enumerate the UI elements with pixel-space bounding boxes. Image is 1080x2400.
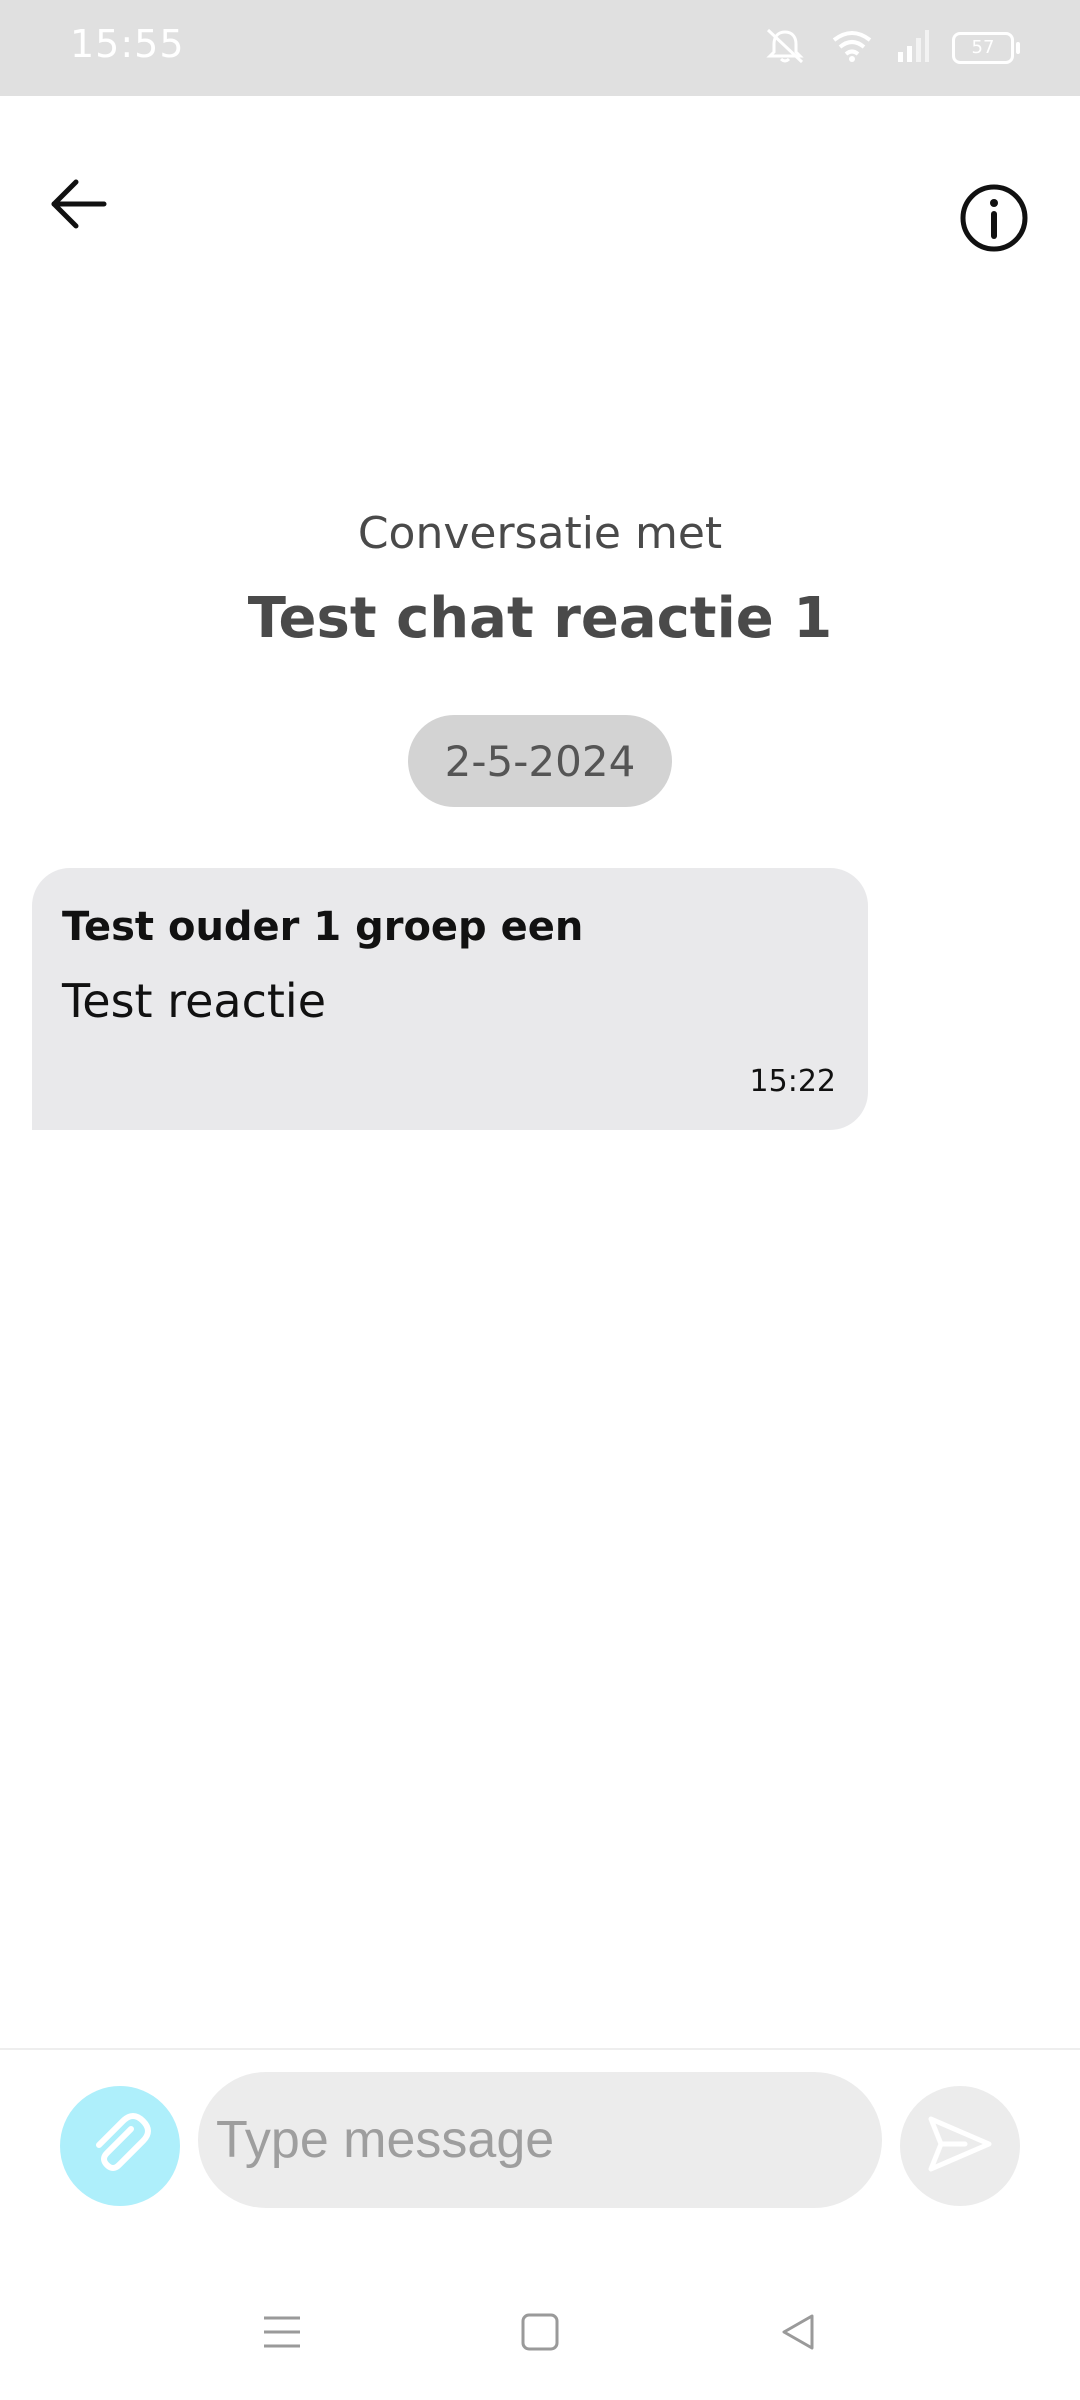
back-triangle-icon [778, 2312, 818, 2356]
send-button[interactable] [900, 2086, 1020, 2206]
message-sender: Test ouder 1 groep een [62, 904, 584, 950]
menu-icon [262, 2312, 302, 2356]
wifi-icon [830, 28, 874, 68]
message-time: 15:22 [749, 1064, 836, 1099]
home-icon [520, 2312, 560, 2356]
signal-icon [896, 28, 930, 68]
info-button[interactable] [954, 180, 1034, 260]
status-time: 15:55 [70, 22, 185, 66]
system-nav-bar [0, 2260, 1080, 2400]
composer-divider [0, 2048, 1080, 2050]
info-circle-icon [959, 183, 1029, 257]
arrow-left-icon [48, 176, 108, 236]
send-icon [925, 2113, 995, 2179]
mute-vibrate-icon [762, 26, 808, 70]
status-bar: 15:55 57 [0, 0, 1080, 96]
chat-screen: 15:55 57 Conversatie met Test chat react… [0, 0, 1080, 2400]
system-back-button[interactable] [768, 2304, 828, 2364]
date-separator: 2-5-2024 [408, 715, 672, 807]
message-text: Test reactie [62, 974, 327, 1028]
message-input[interactable] [198, 2072, 882, 2208]
home-button[interactable] [510, 2304, 570, 2364]
conversation-title: Test chat reactie 1 [247, 586, 833, 651]
battery-icon: 57 [952, 32, 1020, 64]
attach-button[interactable] [60, 2086, 180, 2206]
battery-level: 57 [971, 37, 995, 58]
conversation-label: Conversatie met [357, 508, 723, 559]
status-icons: 57 [762, 26, 1020, 70]
recent-apps-button[interactable] [252, 2304, 312, 2364]
message-bubble[interactable]: Test ouder 1 groep een Test reactie 15:2… [32, 868, 868, 1130]
paperclip-icon [83, 2107, 157, 2185]
back-button[interactable] [40, 168, 116, 244]
